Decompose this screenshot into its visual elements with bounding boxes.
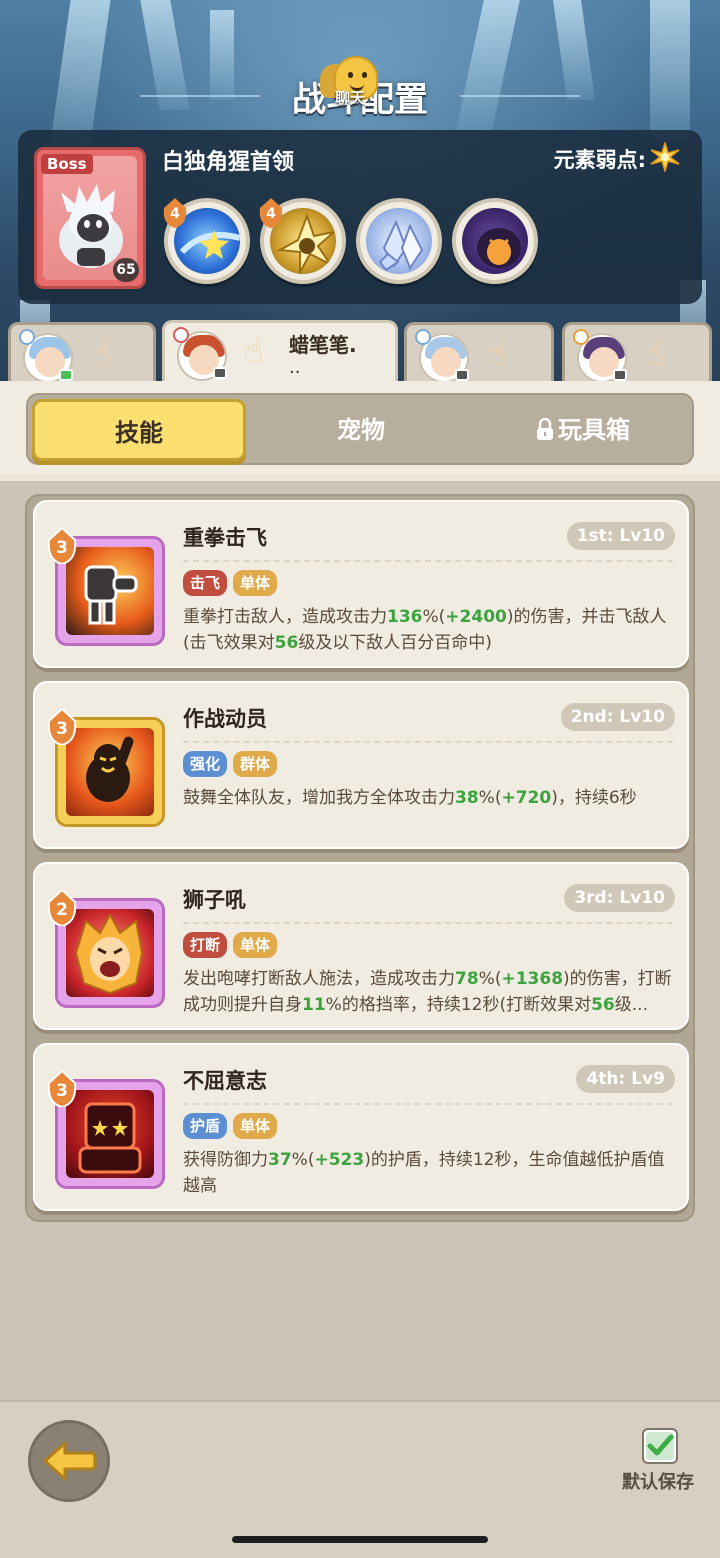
skill-rank-badge: 1st: Lv10 [566, 522, 675, 550]
boss-skill-orb[interactable] [452, 198, 538, 284]
skill-card[interactable]: 3 作战动员 2nd: Lv10 强化 群体 鼓舞全体队友，增加我方全体攻击力3… [33, 681, 689, 849]
chat-label: 聊天 [334, 89, 365, 107]
pointing-hand-icon: ☝ [645, 333, 666, 373]
element-badge-icon [19, 329, 35, 345]
skill-description: 鼓舞全体队友，增加我方全体攻击力38%(+720)，持续6秒 [183, 788, 637, 808]
boss-info-panel: Boss 65 白独角猩首领 元素弱点: 4 4 [18, 130, 702, 304]
lion-roar-icon [74, 912, 144, 995]
skill-level-badge: 2 [47, 890, 77, 926]
hero-subtext: .. [289, 357, 301, 378]
element-badge-icon [173, 327, 189, 343]
pointing-hand-icon: ☝ [487, 333, 508, 373]
hero-tab-2[interactable]: ☝ 蜡笔笔. .. [162, 320, 398, 384]
tab-toybox[interactable]: 玩具箱 [476, 399, 690, 461]
boss-name: 白独角猩首领 [162, 150, 295, 175]
ice-crystal-icon [378, 219, 424, 272]
skill-tag: 护盾 [183, 1113, 228, 1139]
skill-level-badge: 3 [47, 1071, 77, 1107]
skill-card[interactable]: 3 不屈意志 4th: Lv9 护盾 单体 获得防御力37%(+523)的护盾，… [33, 1043, 689, 1211]
skill-name: 作战动员 [183, 707, 267, 731]
home-indicator [232, 1536, 488, 1543]
element-badge-icon [415, 329, 431, 345]
arrow-left-icon [43, 1441, 97, 1481]
orb-level-badge: 4 [258, 198, 284, 228]
default-save-label: 默认保存 [622, 1472, 694, 1493]
hero-tab-3[interactable]: ☝ [404, 322, 554, 386]
boss-card[interactable]: Boss 65 [34, 147, 146, 289]
default-save-checkbox[interactable] [642, 1428, 678, 1464]
skill-tag: 群体 [233, 751, 278, 777]
hero-name: 蜡笔笔. [289, 333, 357, 357]
skill-description: 获得防御力37%(+523)的护盾，持续12秒，生命值越低护盾值越高 [183, 1150, 665, 1196]
back-button[interactable] [28, 1420, 110, 1502]
element-badge-icon [573, 329, 589, 345]
skill-name: 重拳击飞 [183, 526, 267, 550]
tab-pets[interactable]: 宠物 [254, 399, 468, 461]
battle-rally-icon [86, 736, 134, 802]
skill-tag: 打断 [183, 932, 228, 958]
skill-level-badge: 3 [47, 709, 77, 745]
pointing-hand-icon: ☝ [243, 331, 264, 371]
tab-toybox-label: 玩具箱 [558, 416, 630, 444]
boss-tag: Boss [41, 154, 93, 174]
pointing-hand-icon: ☝ [91, 333, 112, 373]
skill-tag: 单体 [233, 570, 278, 596]
element-weakness-label: 元素弱点: [553, 148, 646, 172]
hero-tab-1[interactable]: ☝ [8, 322, 156, 386]
orb-level-badge: 4 [162, 198, 188, 228]
skill-tag: 单体 [233, 932, 278, 958]
skill-tag: 击飞 [183, 570, 228, 596]
status-icon [455, 369, 469, 381]
heavy-punch-icon [84, 565, 138, 625]
hero-tab-4[interactable]: ☝ [562, 322, 712, 386]
skill-card[interactable]: 3 重拳击飞 1st: Lv10 击飞 单体 重拳打击敌人，造成攻击力136%(… [33, 500, 689, 668]
checkmark-icon [646, 1432, 674, 1460]
status-icon [613, 369, 627, 381]
online-status-icon [59, 369, 73, 381]
skill-description: 发出咆哮打断敌人施法，造成攻击力78%(+1368)的伤害，打断成功则提升自身1… [183, 969, 672, 1015]
skill-card[interactable]: 2 狮子吼 3rd: Lv10 打断 单体 发出咆哮打断敌人施法，造成攻击力78… [33, 862, 689, 1030]
skill-name: 狮子吼 [183, 888, 246, 912]
spark-icon [650, 142, 680, 172]
lock-icon [537, 418, 553, 440]
skill-rank-badge: 2nd: Lv10 [560, 703, 675, 731]
boss-level-badge: 65 [113, 258, 139, 282]
skill-name: 不屈意志 [183, 1069, 267, 1093]
boss-skill-orb[interactable] [356, 198, 442, 284]
category-tabs: 技能 宠物 玩具箱 [26, 393, 694, 465]
boss-skill-orb[interactable]: 4 [162, 198, 250, 284]
skill-rank-badge: 4th: Lv9 [576, 1065, 675, 1093]
dark-monster-face-icon [477, 228, 521, 268]
chat-button[interactable]: 聊天 [318, 56, 382, 108]
skill-tag: 单体 [233, 1113, 278, 1139]
skill-rank-badge: 3rd: Lv10 [564, 884, 675, 912]
unyielding-will-icon [78, 1102, 142, 1174]
tab-skills[interactable]: 技能 [32, 399, 246, 461]
skill-description: 重拳打击敌人，造成攻击力136%(+2400)的伤害，并击飞敌人(击飞效果对56… [183, 607, 667, 653]
skill-tag: 强化 [183, 751, 228, 777]
boss-skill-orb[interactable]: 4 [258, 198, 346, 284]
bottom-bar [0, 1400, 720, 1558]
white-gorilla-icon [59, 184, 123, 268]
status-icon [213, 367, 227, 379]
skill-level-badge: 3 [47, 528, 77, 564]
